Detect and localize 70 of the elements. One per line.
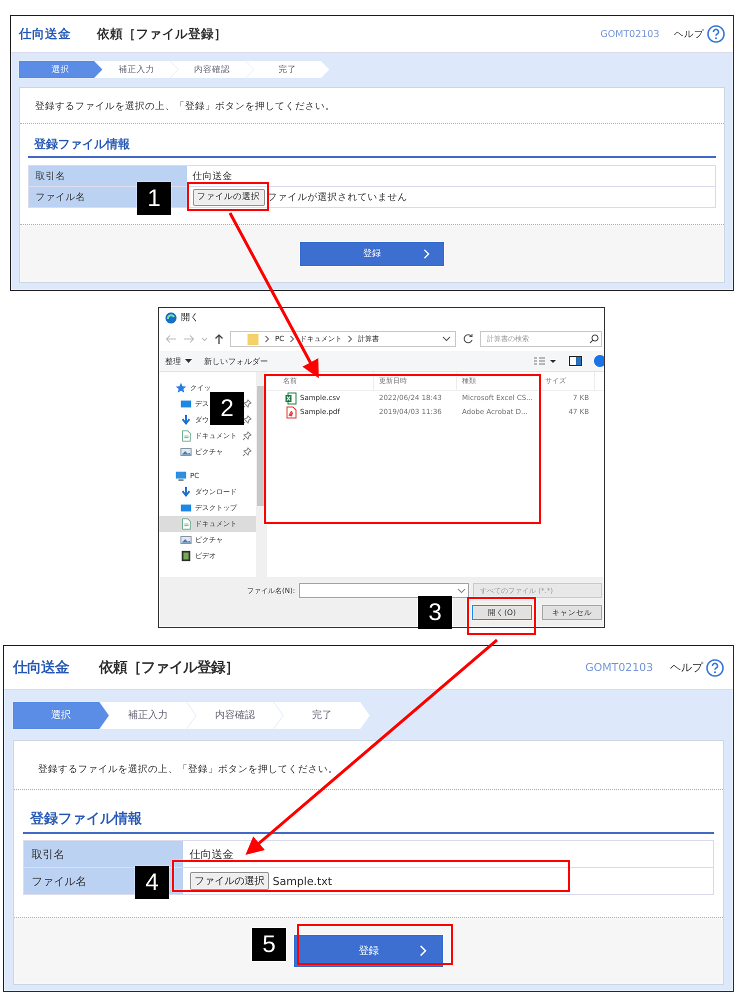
chevron-icon <box>289 335 296 343</box>
video-icon <box>180 550 192 562</box>
preview-pane-icon <box>569 356 582 366</box>
organize-button[interactable]: 整理 <box>165 356 192 366</box>
step-tab[interactable]: 補正入力 <box>100 702 196 729</box>
pdf-file-icon <box>285 406 297 418</box>
choose-file-button[interactable]: ファイルの選択 <box>192 189 264 206</box>
choose-file-button[interactable]: ファイルの選択 <box>190 872 270 890</box>
instruction-text: 登録するファイルを選択の上、「登録」ボタンを押してください。 <box>20 88 724 124</box>
step-tab[interactable]: 完了 <box>274 702 370 729</box>
step-tab[interactable]: 完了 <box>246 61 330 78</box>
app-title: 仕向送金 <box>19 26 71 42</box>
step-tab[interactable]: 内容確認 <box>170 61 254 78</box>
field-label: ファイル名 <box>36 190 86 204</box>
picture-icon <box>180 534 192 546</box>
forward-icon <box>183 334 195 344</box>
field-label: 取引名 <box>32 846 65 862</box>
new-folder-button[interactable]: 新しいフォルダー <box>204 356 268 366</box>
field-label: ファイル名 <box>32 874 87 889</box>
register-button[interactable]: 登録 <box>294 935 444 968</box>
picture-icon <box>180 446 192 458</box>
desktop-icon <box>180 502 192 514</box>
section-title: 登録ファイル情報 <box>28 136 716 158</box>
screen-id: GOMT02103 <box>600 28 660 40</box>
chevron-icon <box>264 335 270 343</box>
step-number: 4 <box>135 866 169 899</box>
document-icon <box>180 430 192 442</box>
dropdown-caret-icon <box>442 336 451 342</box>
step-tab[interactable]: 補正入力 <box>94 61 178 78</box>
file-name-field[interactable] <box>299 583 470 598</box>
file-name-text: ファイルが選択されていません <box>267 190 408 204</box>
register-button[interactable]: 登録 <box>300 242 444 266</box>
chevron-icon <box>423 248 430 259</box>
file-name-text: Sample.txt <box>272 874 332 888</box>
chevron-icon <box>419 945 428 957</box>
document-icon <box>180 518 192 530</box>
refresh-icon <box>462 333 474 345</box>
field-value: 仕向送金 <box>190 846 234 862</box>
section-title: 登録ファイル情報 <box>23 810 714 834</box>
app-icon <box>165 312 177 324</box>
pc-icon <box>175 470 187 482</box>
caret-icon <box>185 358 192 364</box>
step-tab[interactable]: 内容確認 <box>186 702 283 729</box>
instruction-text: 登録するファイルを選択の上、「登録」ボタンを押してください。 <box>14 741 723 790</box>
step-number: 1 <box>137 182 171 215</box>
highlight-frame <box>467 597 536 635</box>
step-number: 2 <box>210 392 244 425</box>
step-number: 5 <box>252 928 286 961</box>
field-label: 取引名 <box>36 170 66 183</box>
step-number: 3 <box>418 596 452 629</box>
caret-icon <box>457 588 466 594</box>
download-icon <box>180 414 192 426</box>
back-icon <box>165 334 177 344</box>
app-title: 仕向送金 <box>13 658 70 677</box>
chevron-icon <box>347 335 354 343</box>
up-icon <box>214 333 224 345</box>
page-title: 依頼［ファイル登録］ <box>97 26 227 42</box>
download-icon <box>180 486 192 498</box>
spreadsheet-file-icon <box>285 392 297 404</box>
folder-icon <box>247 332 259 346</box>
dialog-title: 開く <box>181 312 199 324</box>
page-title: 依頼［ファイル登録］ <box>99 659 240 677</box>
help-link[interactable]: ヘルプ <box>674 25 725 43</box>
view-options-icon <box>533 356 557 366</box>
help-link[interactable]: ヘルプ <box>670 658 724 676</box>
field-value: 仕向送金 <box>192 170 233 183</box>
screen-id: GOMT02103 <box>585 661 654 674</box>
desktop-icon <box>180 398 192 410</box>
star-icon <box>175 382 187 394</box>
search-icon <box>589 334 599 344</box>
